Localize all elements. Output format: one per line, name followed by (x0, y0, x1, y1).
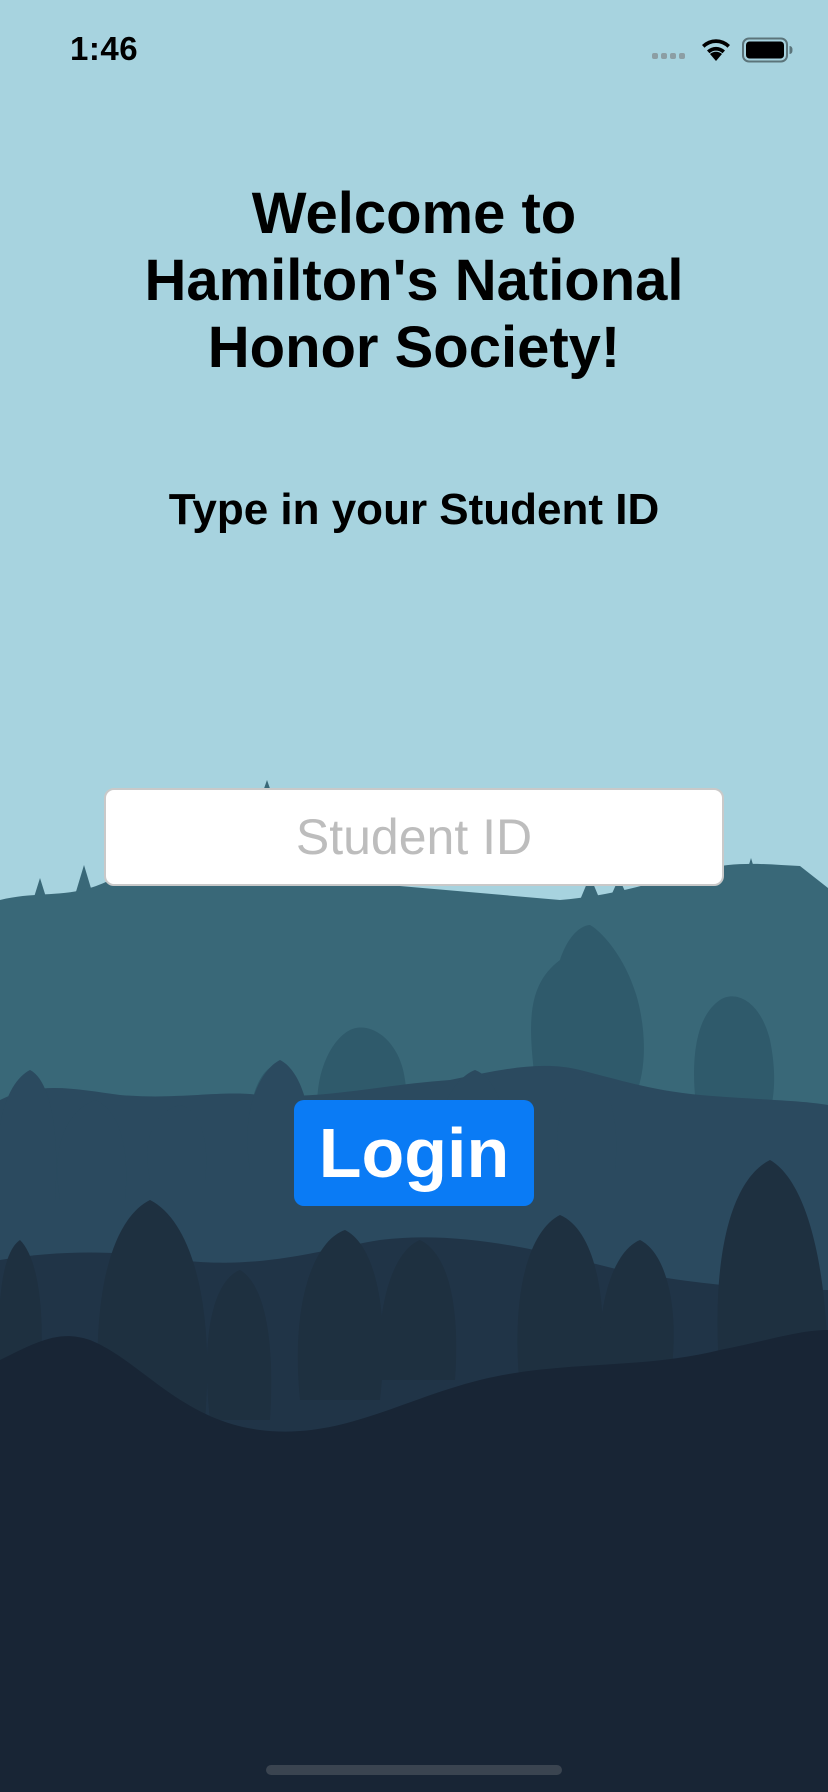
home-indicator[interactable] (266, 1765, 562, 1775)
student-id-input[interactable] (104, 788, 724, 886)
status-bar: 1:46 (0, 0, 828, 100)
status-time: 1:46 (70, 30, 139, 67)
wifi-icon (702, 39, 730, 61)
instruction-label: Type in your Student ID (168, 485, 660, 534)
login-button[interactable]: Login (294, 1100, 534, 1206)
welcome-title: Welcome to Hamilton's National Honor Soc… (144, 181, 684, 380)
signal-icon (652, 50, 690, 62)
battery-icon (742, 37, 793, 63)
